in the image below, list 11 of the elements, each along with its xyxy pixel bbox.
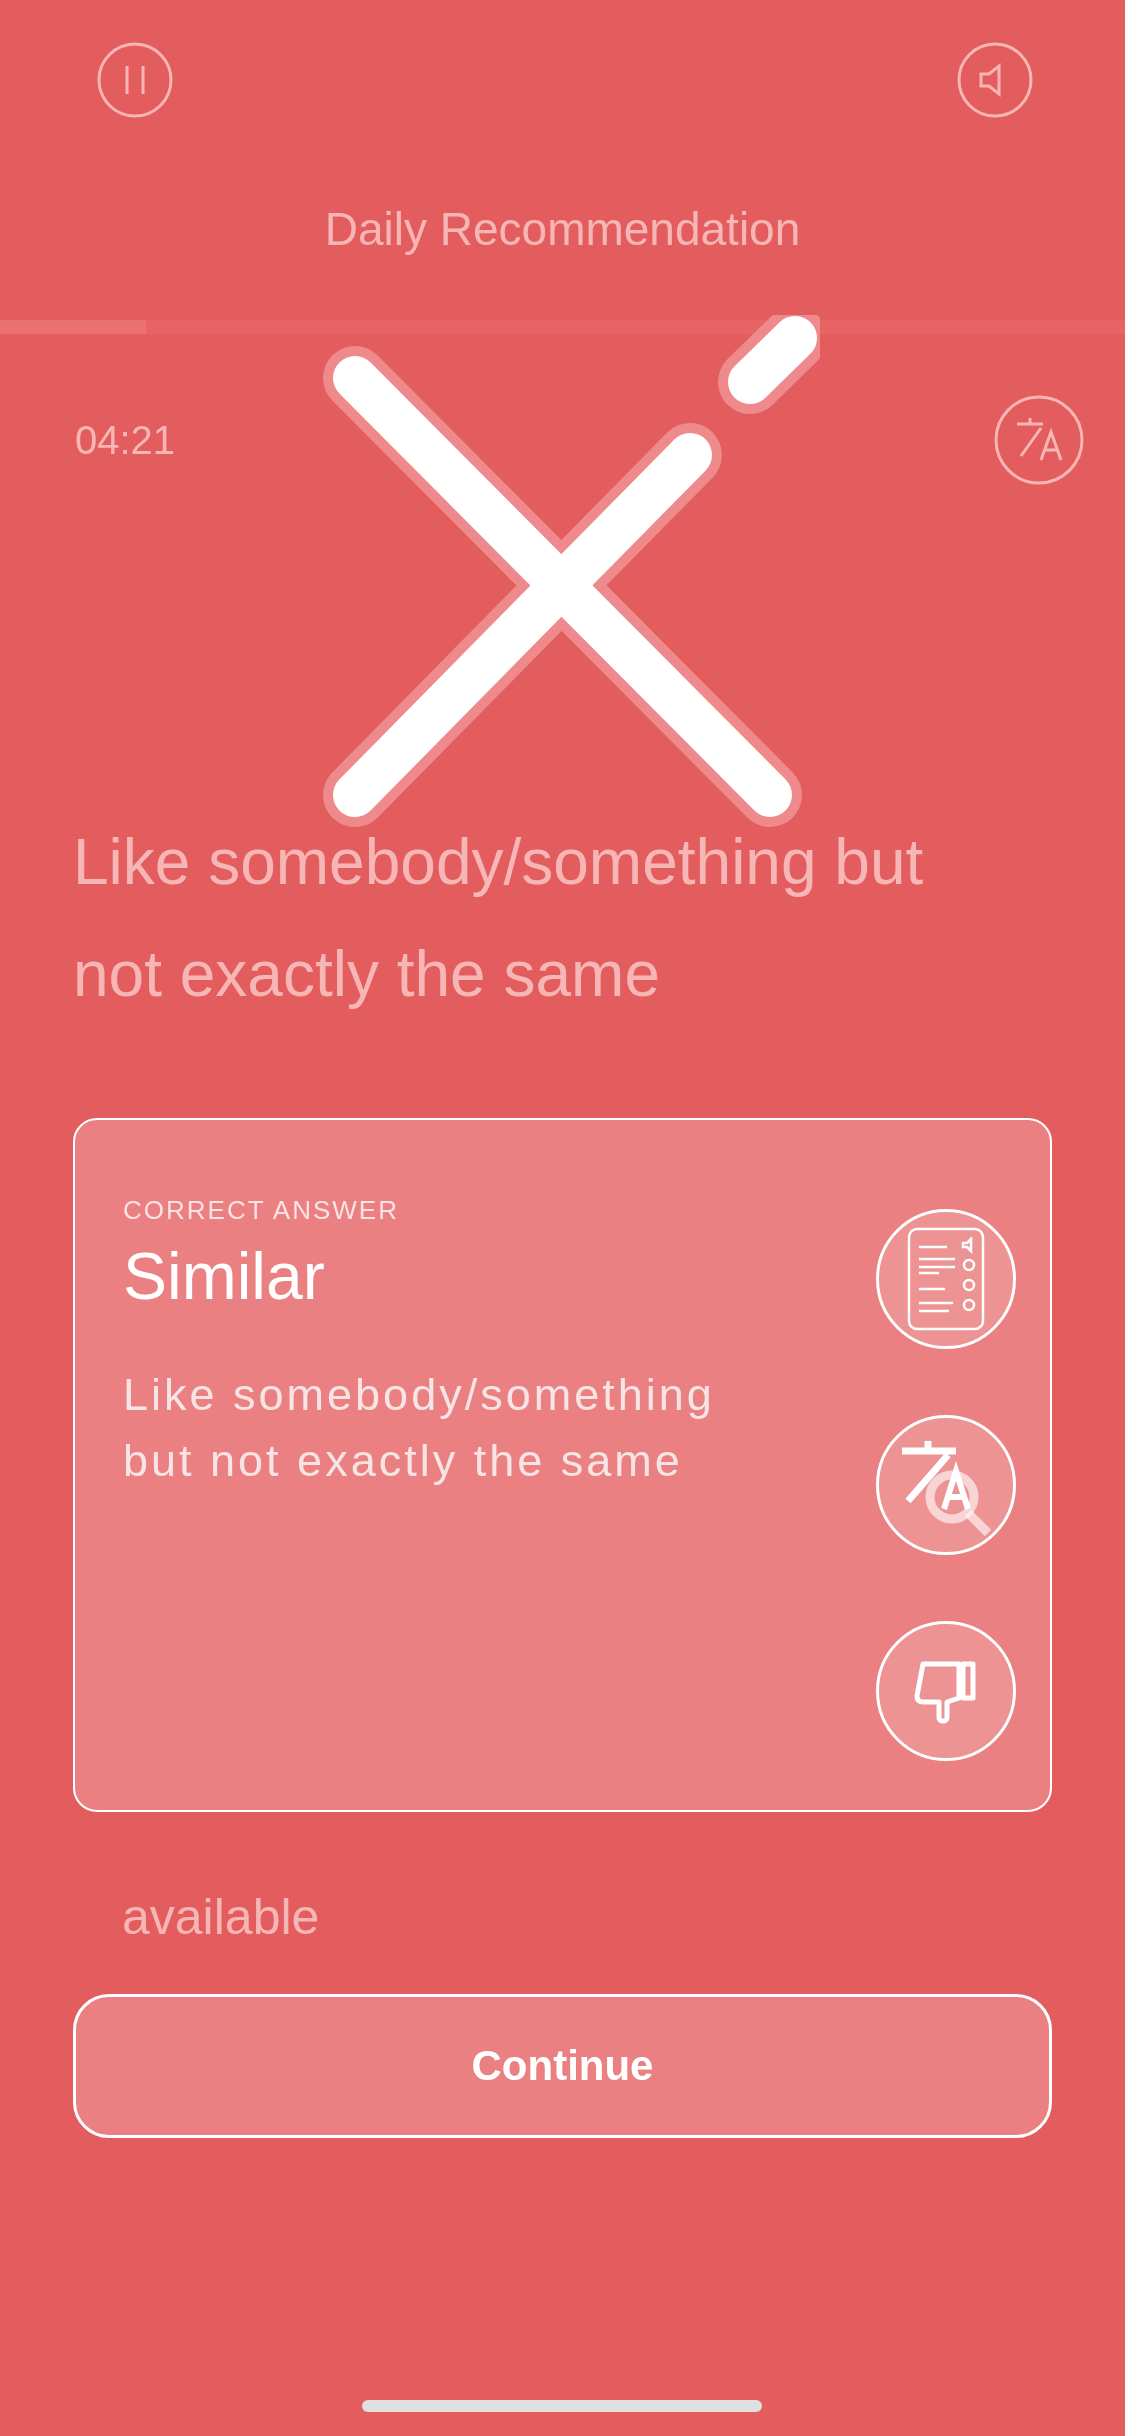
answer-label: CORRECT ANSWER — [123, 1195, 399, 1226]
answer-option[interactable]: available — [122, 1888, 320, 1946]
translate-icon[interactable] — [993, 394, 1085, 486]
timer: 04:21 — [75, 417, 176, 463]
continue-button[interactable]: Continue — [73, 1994, 1052, 2138]
correct-answer: Similar — [123, 1238, 325, 1314]
definition-text: Like somebody/something but not exactly the same — [123, 1368, 716, 1488]
page-title: Daily Recommendation — [323, 202, 802, 256]
question-text: Like somebody/something but not exactly the same — [72, 825, 925, 1012]
pause-icon[interactable] — [95, 40, 175, 120]
sound-icon[interactable] — [955, 40, 1035, 120]
